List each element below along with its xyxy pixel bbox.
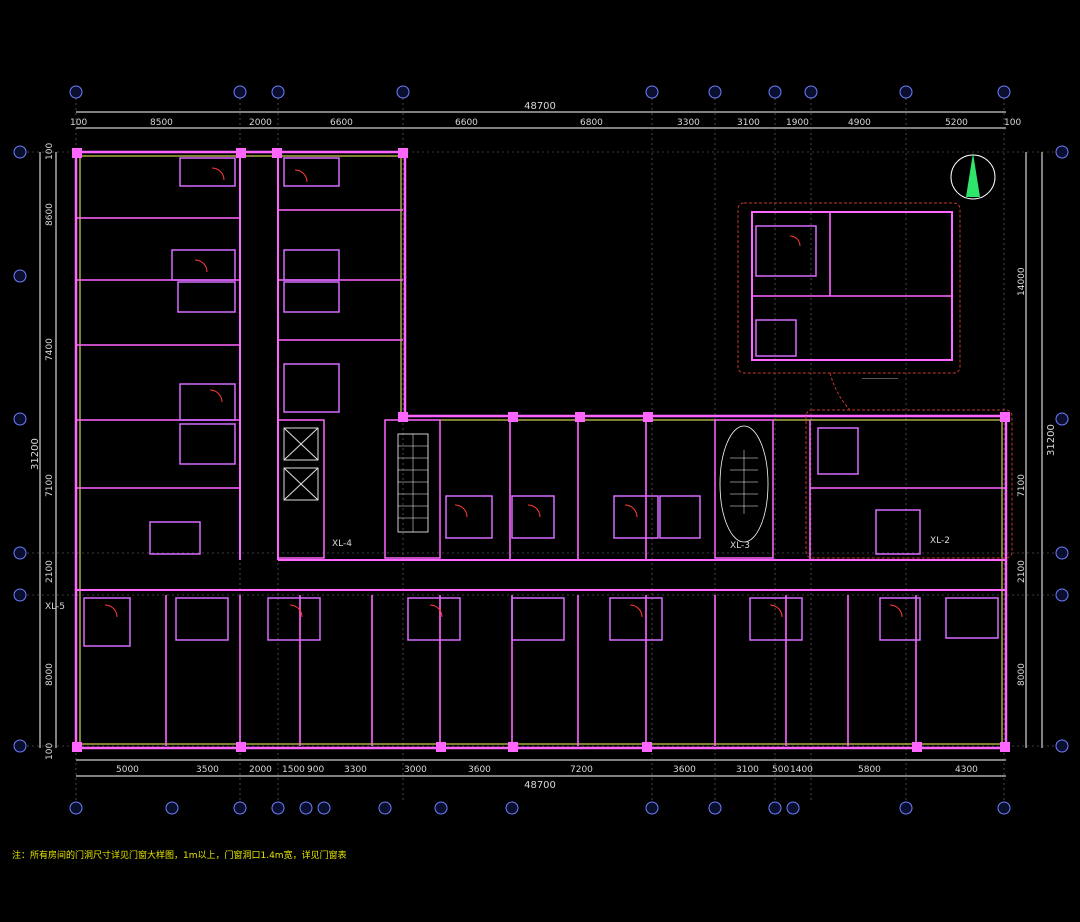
dim-label: 6800 bbox=[580, 118, 603, 128]
dim-label: 2100 bbox=[45, 560, 55, 583]
dim-label: 3100 bbox=[737, 118, 760, 128]
general-note: 注：所有房间的门洞尺寸详见门窗大样图，1m以上，门窗洞口1.4m宽，详见门窗表 bbox=[12, 851, 347, 861]
xl-label: XL-4 bbox=[332, 539, 352, 549]
dim-label: 100 bbox=[45, 143, 55, 160]
dim-label: 3600 bbox=[673, 765, 696, 775]
dim-label: 500 bbox=[772, 765, 789, 775]
top-total-dimension: 48700 bbox=[524, 101, 556, 112]
bottom-total-dimension: 48700 bbox=[524, 780, 556, 791]
dim-label: 4300 bbox=[955, 765, 978, 775]
dim-label: 7400 bbox=[45, 338, 55, 361]
dim-label: 1400 bbox=[790, 765, 813, 775]
dim-label: 5000 bbox=[116, 765, 139, 775]
dim-label: 100 bbox=[70, 118, 87, 128]
dim-label: 6600 bbox=[455, 118, 478, 128]
detail-caption: ──────────── bbox=[861, 376, 899, 382]
dim-label: 7100 bbox=[1017, 474, 1027, 497]
xl-label: XL-2 bbox=[930, 536, 950, 546]
dim-label: 2100 bbox=[1017, 560, 1027, 583]
dim-label: 100 bbox=[45, 743, 55, 760]
floor-plan-drawing: 48700 100 8500 2000 6600 6600 6800 3300 … bbox=[0, 0, 1080, 922]
dim-label: 2000 bbox=[249, 118, 272, 128]
dim-label: 7100 bbox=[45, 474, 55, 497]
dim-label: 8000 bbox=[45, 663, 55, 686]
dim-label: 8000 bbox=[1017, 663, 1027, 686]
xl-label: XL-3 bbox=[730, 541, 750, 551]
dim-label: 2000 bbox=[249, 765, 272, 775]
left-total-dimension: 31200 bbox=[30, 438, 41, 470]
dim-label: 3000 bbox=[404, 765, 427, 775]
dim-label: 100 bbox=[1004, 118, 1021, 128]
dim-label: 5200 bbox=[945, 118, 968, 128]
xl-label: XL-5 bbox=[45, 602, 65, 612]
dim-label: 4900 bbox=[848, 118, 871, 128]
dim-label: 14000 bbox=[1017, 267, 1027, 296]
dim-label: 5800 bbox=[858, 765, 881, 775]
dim-label: 8600 bbox=[45, 203, 55, 226]
dim-label: 3100 bbox=[736, 765, 759, 775]
dim-label: 1500 bbox=[282, 765, 305, 775]
dim-label: 7200 bbox=[570, 765, 593, 775]
dim-label: 3300 bbox=[677, 118, 700, 128]
right-total-dimension: 31200 bbox=[1046, 424, 1057, 456]
dim-label: 3600 bbox=[468, 765, 491, 775]
dim-label: 3500 bbox=[196, 765, 219, 775]
dim-label: 6600 bbox=[330, 118, 353, 128]
dim-label: 8500 bbox=[150, 118, 173, 128]
dim-label: 1900 bbox=[786, 118, 809, 128]
dim-label: 3300 bbox=[344, 765, 367, 775]
dim-label: 900 bbox=[307, 765, 324, 775]
